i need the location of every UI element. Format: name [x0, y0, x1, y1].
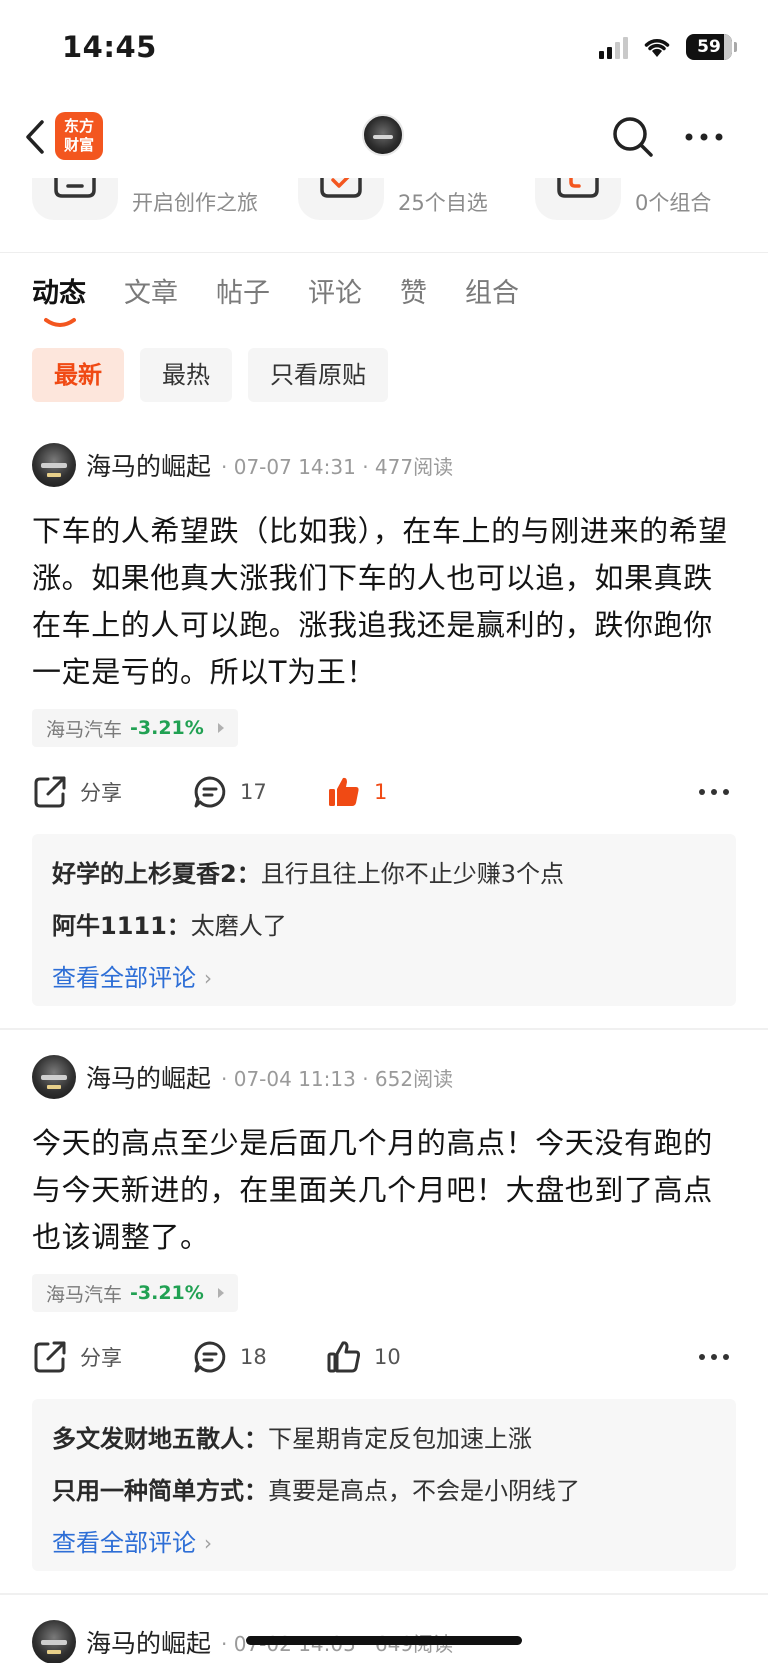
comment-icon	[194, 1341, 226, 1373]
post-divider	[0, 1593, 768, 1595]
post-author[interactable]: 海马的崛起	[86, 1059, 211, 1095]
share-button[interactable]: 分享	[32, 1332, 122, 1382]
quick-item-portfolio[interactable]: 0个组合	[535, 178, 711, 220]
comment-icon	[194, 776, 226, 808]
battery-icon: 59	[686, 34, 737, 60]
thumbs-up-icon	[329, 777, 359, 806]
like-count: 1	[374, 780, 388, 804]
filter-hottest[interactable]: 最热	[140, 348, 232, 402]
avatar[interactable]	[32, 1055, 76, 1099]
status-bar: 14:45 59	[0, 0, 768, 100]
share-label: 分享	[80, 781, 122, 805]
avatar[interactable]	[32, 1620, 76, 1663]
brand-logo[interactable]: 东方 财富	[55, 112, 103, 160]
tab-bar: 动态 文章 帖子 评论 赞 组合	[32, 268, 557, 328]
post-author[interactable]: 海马的崛起	[86, 1624, 211, 1660]
more-icon[interactable]	[698, 1348, 730, 1366]
comment-user[interactable]: 好学的上杉夏香2	[52, 860, 237, 888]
search-icon[interactable]	[610, 114, 656, 160]
comment-item[interactable]: 多文发财地五散人：下星期肯定反包加速上涨	[52, 1413, 716, 1465]
stock-change: -3.21%	[130, 717, 204, 739]
post-author[interactable]: 海马的崛起	[86, 447, 211, 483]
quick-item-watchlist[interactable]: 25个自选	[298, 178, 488, 220]
divider	[0, 252, 768, 253]
stock-tag[interactable]: 海马汽车 -3.21%	[32, 709, 238, 747]
tab-comments[interactable]: 评论	[308, 268, 362, 320]
quick-item-label: 0个组合	[635, 191, 712, 215]
portfolio-icon	[535, 178, 621, 220]
status-icons: 59	[599, 34, 737, 60]
post-body[interactable]: 下车的人希望跌（比如我），在车上的与刚进来的希望涨。如果他真大涨我们下车的人也可…	[32, 508, 736, 696]
post-divider	[0, 1028, 768, 1030]
comment-preview[interactable]: 好学的上杉夏香2：且行且往上你不止少赚3个点 阿牛1111：太磨人了 查看全部评…	[32, 834, 736, 1006]
thumbs-up-icon	[327, 1341, 361, 1373]
tab-likes[interactable]: 赞	[400, 268, 427, 320]
view-all-comments-link[interactable]: 查看全部评论 ›	[52, 1517, 716, 1569]
chevron-right-icon	[217, 723, 224, 733]
filter-latest[interactable]: 最新	[32, 348, 124, 402]
more-icon[interactable]	[682, 128, 726, 146]
home-indicator	[246, 1636, 522, 1645]
share-icon	[34, 1341, 66, 1373]
tab-activity[interactable]: 动态	[32, 268, 86, 320]
post-body[interactable]: 今天的高点至少是后面几个月的高点！今天没有跑的与今天新进的，在里面关几个月吧！大…	[32, 1120, 736, 1261]
quick-item-label: 开启创作之旅	[132, 191, 258, 215]
like-button[interactable]: 10	[326, 1332, 401, 1382]
pencil-icon	[32, 178, 118, 220]
filter-original-only[interactable]: 只看原贴	[248, 348, 388, 402]
like-count: 10	[374, 1345, 401, 1369]
post-header[interactable]: 海马的崛起 · 07-04 11:13 · 652阅读	[32, 1054, 453, 1100]
stock-name: 海马汽车	[46, 718, 123, 741]
comment-user[interactable]: 阿牛1111	[52, 912, 167, 940]
share-label: 分享	[80, 1346, 122, 1370]
comment-count: 17	[240, 780, 267, 804]
like-button[interactable]: 1	[326, 767, 387, 817]
comment-button[interactable]: 18	[192, 1332, 267, 1382]
profile-avatar[interactable]	[362, 114, 404, 156]
comment-user[interactable]: 只用一种简单方式	[52, 1477, 244, 1505]
post-meta: · 07-04 11:13 · 652阅读	[221, 1066, 454, 1091]
comment-text: 且行且往上你不止少赚3个点	[260, 860, 564, 888]
post-header[interactable]: 海马的崛起 · 07-07 14:31 · 477阅读	[32, 442, 453, 488]
tab-posts[interactable]: 帖子	[216, 268, 270, 320]
comment-button[interactable]: 17	[192, 767, 267, 817]
stock-tag[interactable]: 海马汽车 -3.21%	[32, 1274, 238, 1312]
chevron-right-icon: ›	[204, 1531, 212, 1555]
filter-chips: 最新 最热 只看原贴	[32, 348, 388, 402]
comment-user[interactable]: 多文发财地五散人	[52, 1425, 244, 1453]
share-icon	[34, 776, 66, 808]
comment-text: 太磨人了	[190, 912, 287, 940]
tab-articles[interactable]: 文章	[124, 268, 178, 320]
share-button[interactable]: 分享	[32, 767, 122, 817]
quick-item-label: 25个自选	[398, 191, 488, 215]
view-all-comments-link[interactable]: 查看全部评论 ›	[52, 952, 716, 1004]
battery-level: 59	[697, 37, 721, 57]
comment-item[interactable]: 阿牛1111：太磨人了	[52, 900, 716, 952]
quick-stats-row: 开启创作之旅 25个自选 0个组合	[0, 178, 768, 252]
comment-text: 下星期肯定反包加速上涨	[268, 1425, 532, 1453]
comment-item[interactable]: 好学的上杉夏香2：且行且往上你不止少赚3个点	[52, 848, 716, 900]
chevron-right-icon	[217, 1288, 224, 1298]
post-actions: 分享 17 1	[32, 767, 736, 817]
quick-item-create[interactable]: 开启创作之旅	[32, 178, 258, 220]
checkmark-icon	[298, 178, 384, 220]
post-meta: · 07-07 14:31 · 477阅读	[221, 454, 454, 479]
comment-preview[interactable]: 多文发财地五散人：下星期肯定反包加速上涨 只用一种简单方式：真要是高点，不会是小…	[32, 1399, 736, 1571]
stock-change: -3.21%	[130, 1282, 204, 1304]
cellular-signal-icon	[599, 35, 628, 59]
avatar[interactable]	[32, 443, 76, 487]
status-time: 14:45	[62, 30, 157, 64]
comment-count: 18	[240, 1345, 267, 1369]
comment-text: 真要是高点，不会是小阴线了	[268, 1477, 580, 1505]
back-icon[interactable]	[18, 114, 54, 160]
nav-bar: 东方 财富	[0, 100, 768, 178]
wifi-icon	[644, 38, 670, 57]
more-icon[interactable]	[698, 783, 730, 801]
comment-item[interactable]: 只用一种简单方式：真要是高点，不会是小阴线了	[52, 1465, 716, 1517]
post-actions: 分享 18 10	[32, 1332, 736, 1382]
active-tab-indicator	[44, 318, 76, 327]
tab-portfolios[interactable]: 组合	[465, 268, 519, 320]
stock-name: 海马汽车	[46, 1283, 123, 1306]
chevron-right-icon: ›	[204, 966, 212, 990]
